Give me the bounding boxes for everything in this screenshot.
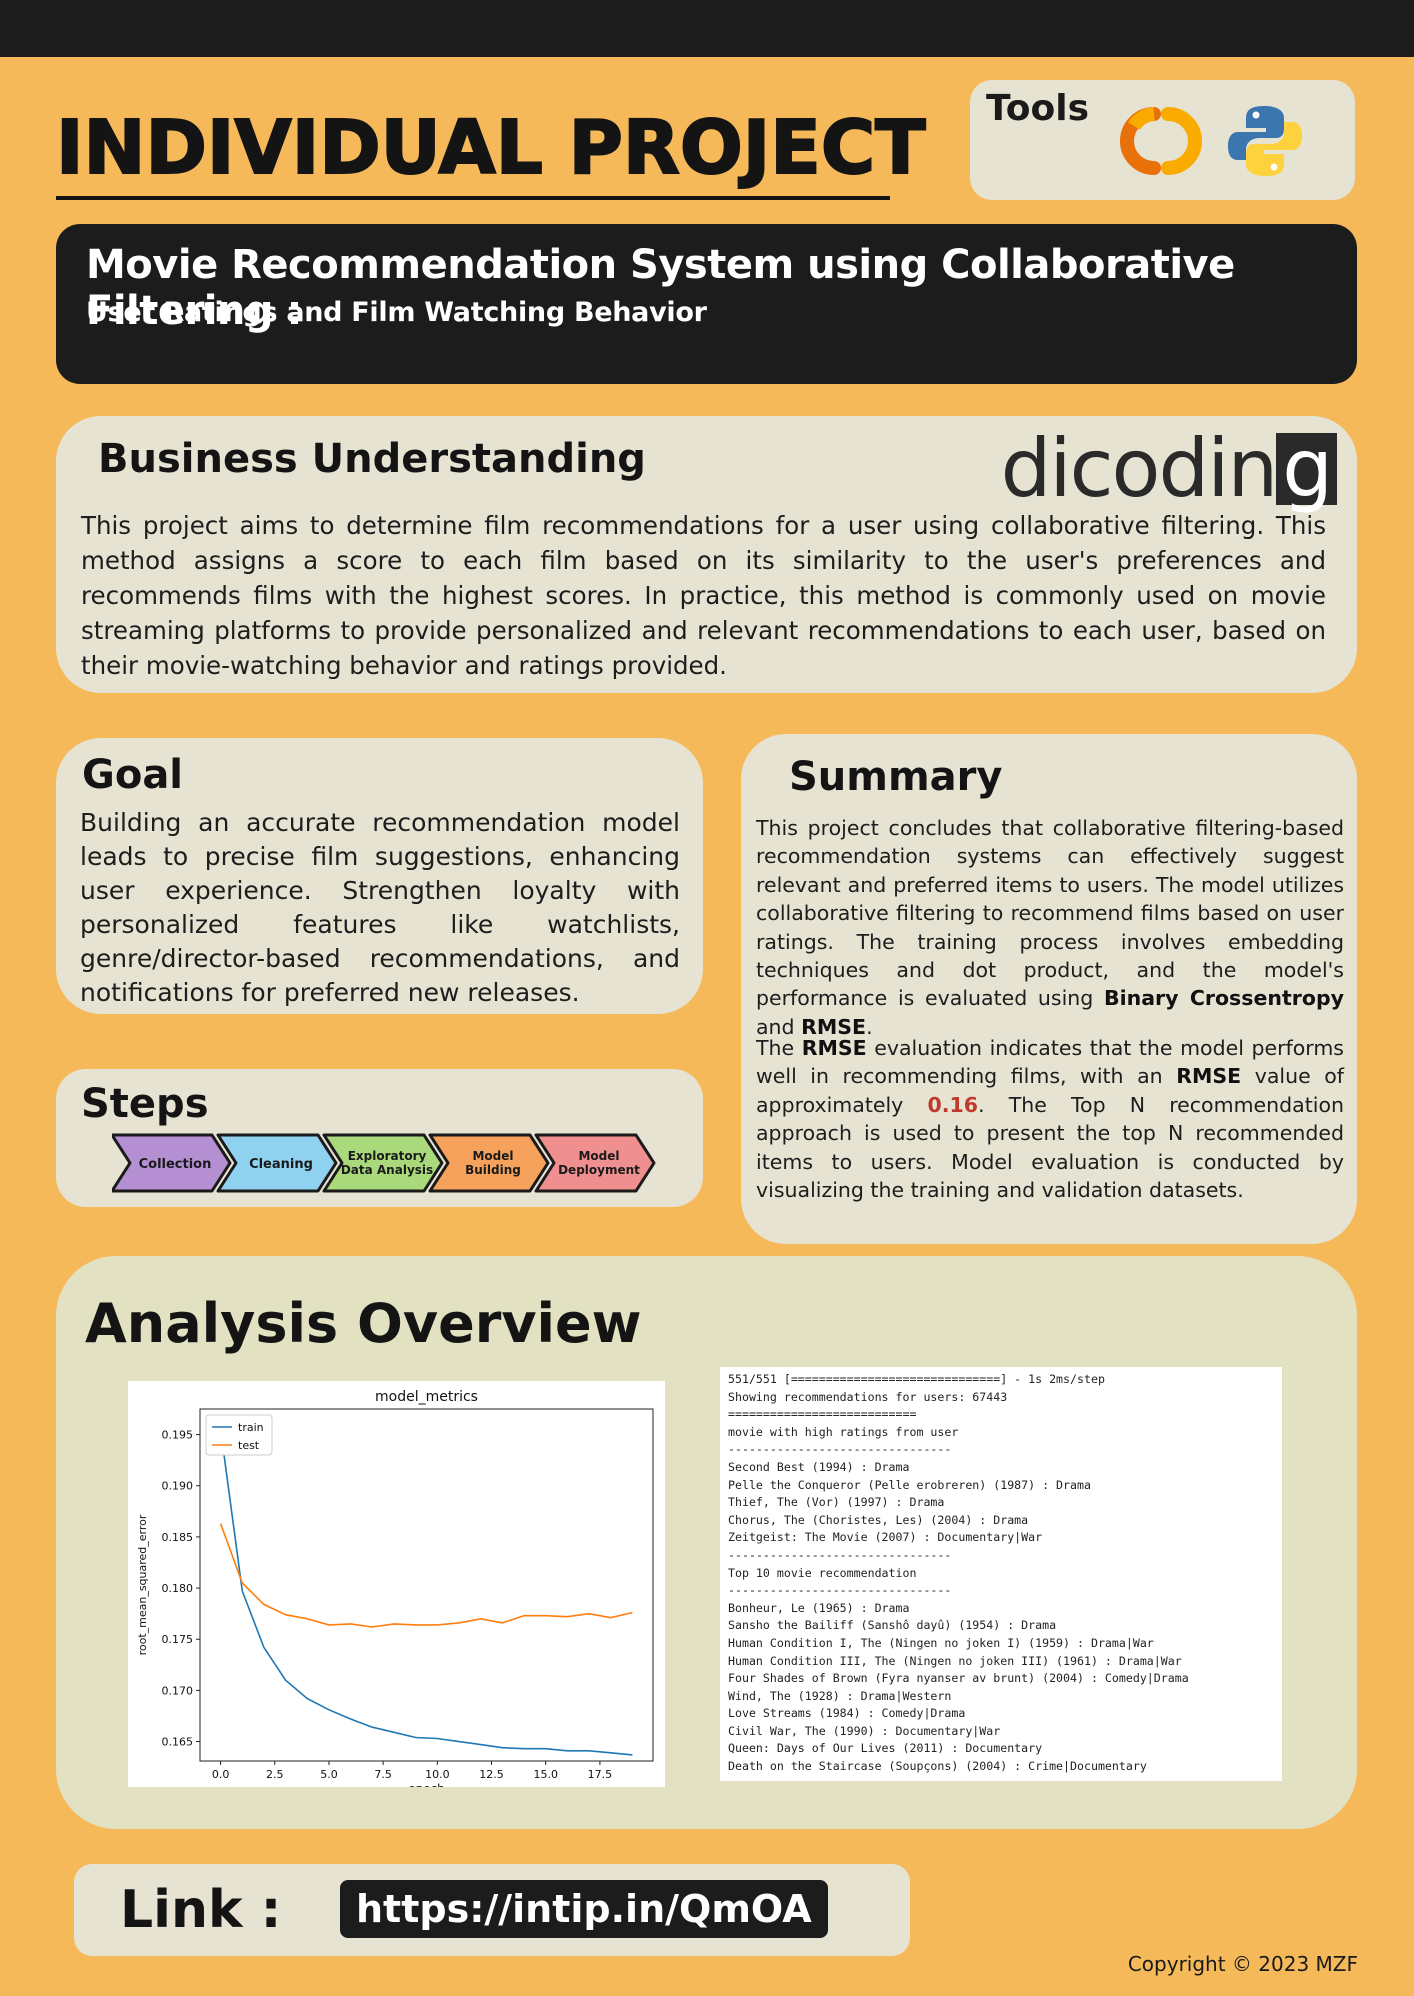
console-line: Queen: Days of Our Lives (2011) : Docume… (728, 1741, 1043, 1756)
link-label: Link : (120, 1880, 282, 1940)
console-line: =========================== (728, 1407, 917, 1422)
console-line: Zeitgeist: The Movie (2007) : Documentar… (728, 1530, 1043, 1545)
series-line-test (219, 1523, 633, 1628)
analysis-overview-card: Analysis Overview model_metrics 0.0 2.5 5.0… (56, 1256, 1357, 1829)
steps-heading: Steps (81, 1081, 209, 1127)
console-line: movie with high ratings from user (728, 1424, 959, 1439)
y-tick-label: 0.165 (162, 1736, 194, 1749)
top-bar (0, 0, 1414, 57)
summary-card: Summary This project concludes that coll… (741, 734, 1357, 1244)
summary-p2-bold-2: RMSE (1176, 1064, 1242, 1089)
link-panel: Link : https://intip.in/QmOA (74, 1864, 910, 1956)
summary-p2-a: The (756, 1036, 802, 1060)
business-understanding-card: Business Understanding dicoding This pro… (56, 416, 1357, 693)
logo-text: dicodin (1000, 422, 1279, 515)
console-line: Second Best (1994) : Drama (728, 1459, 910, 1474)
tools-panel: Tools (970, 80, 1355, 200)
dicoding-logo: dicoding (1001, 422, 1337, 515)
summary-paragraph-1: This project concludes that collaborativ… (756, 814, 1344, 1041)
y-tick-label: 0.195 (162, 1429, 194, 1442)
model-metrics-chart: model_metrics 0.0 2.5 5.0 7.5 10.0 12.5 15.0 17.… (128, 1381, 665, 1796)
x-tick-label: 2.5 (266, 1768, 284, 1781)
x-tick-label: 10.0 (425, 1768, 450, 1781)
page-title: INDIVIDUAL PROJECT (55, 104, 927, 192)
y-tick-label: 0.190 (162, 1480, 194, 1493)
step-label: Exploratory Data Analysis (341, 1149, 433, 1177)
console-line: Love Streams (1984) : Comedy|Drama (728, 1706, 966, 1721)
console-line: -------------------------------- (728, 1583, 952, 1598)
summary-heading: Summary (789, 754, 1003, 800)
business-text: This project aims to determine film reco… (81, 511, 1326, 680)
analysis-heading: Analysis Overview (85, 1292, 642, 1355)
console-line: Thief, The (Vor) (1997) : Drama (728, 1495, 945, 1510)
project-link[interactable]: https://intip.in/QmOA (340, 1880, 828, 1938)
console-line: 551/551 [==============================]… (728, 1372, 1105, 1386)
console-line: Death on the Staircase (Soupçons) (2004)… (728, 1759, 1147, 1774)
console-line: Wind, The (1928) : Drama|Western (728, 1688, 952, 1703)
summary-p1-bold-1: Binary Crossentropy (1103, 986, 1344, 1011)
tools-label: Tools (986, 88, 1090, 129)
x-tick-label: 15.0 (533, 1768, 558, 1781)
copyright-text: Copyright © 2023 MZF (1127, 1952, 1358, 1976)
recommendation-output: 551/551 [==============================]… (720, 1367, 1282, 1781)
console-line: Sansho the Bailiff (Sanshô dayû) (1954) … (728, 1618, 1057, 1633)
console-line: Human Condition III, The (Ningen no joke… (728, 1653, 1182, 1668)
rmse-value: 0.16 (927, 1092, 979, 1117)
x-tick-label: 17.5 (588, 1768, 613, 1781)
console-line: Bonheur, Le (1965) : Drama (728, 1600, 910, 1615)
chart-svg: model_metrics 0.0 2.5 5.0 7.5 10.0 12.5 15.0 17.… (136, 1389, 654, 1796)
series-line-train (219, 1429, 633, 1756)
console-line: -------------------------------- (728, 1442, 952, 1457)
console-line: Top 10 movie recommendation (728, 1565, 917, 1580)
x-axis-label: epoch (408, 1782, 445, 1787)
steps-arrows: Collection Cleaning Exploratory Data Analys… (112, 1133, 656, 1193)
y-tick-label: 0.170 (162, 1684, 194, 1697)
step-label: Collection (139, 1157, 212, 1172)
x-tick-label: 7.5 (374, 1768, 392, 1781)
goal-card: Goal Building an accurate recommendation… (56, 738, 703, 1014)
y-axis-label: root_mean_squared_error (136, 1514, 149, 1655)
python-icon (1228, 106, 1302, 176)
step-label: Cleaning (249, 1157, 313, 1172)
goal-text: Building an accurate recommendation mode… (80, 808, 680, 1007)
title-underline (56, 196, 890, 200)
summary-p2-bold-1: RMSE (801, 1036, 867, 1060)
logo-last-letter: g (1276, 429, 1337, 509)
steps-card: Steps Collection Cleaning Exploratory Data … (56, 1069, 703, 1207)
plot-frame (199, 1408, 654, 1762)
summary-p1-text: This project concludes that collaborativ… (756, 816, 1344, 1011)
y-tick-label: 0.185 (162, 1531, 194, 1544)
x-tick-label: 12.5 (479, 1768, 504, 1781)
chart-legend: train test (205, 1414, 273, 1456)
console-line: Chorus, The (Choristes, Les) (2004) : Dr… (728, 1512, 1029, 1527)
business-heading: Business Understanding (98, 436, 646, 482)
chart-title: model_metrics (375, 1389, 478, 1405)
console-line: Pelle the Conqueror (Pelle erobreren) (1… (728, 1477, 1091, 1492)
legend-label: test (238, 1439, 260, 1452)
console-line: Showing recommendations for users: 67443 (728, 1389, 1008, 1404)
console-line: -------------------------------- (728, 1547, 952, 1562)
console-line: Human Condition I, The (Ningen no joken … (728, 1635, 1154, 1650)
console-line: Four Shades of Brown (Fyra nyanser av br… (728, 1671, 1189, 1686)
banner-subtitle: User Ratings and Film Watching Behavior (86, 297, 707, 328)
console-line: Civil War, The (1990) : Documentary|War (728, 1723, 1001, 1738)
colab-icon (1120, 107, 1202, 175)
title-banner: Movie Recommendation System using Collab… (56, 224, 1357, 384)
legend-label: train (238, 1421, 264, 1434)
step-label: Model Building (465, 1149, 521, 1177)
goal-heading: Goal (82, 752, 184, 798)
summary-paragraph-2: The RMSE evaluation indicates that the m… (756, 1034, 1344, 1204)
x-tick-label: 0.0 (212, 1768, 230, 1781)
x-tick-label: 5.0 (320, 1768, 338, 1781)
y-tick-label: 0.175 (162, 1633, 194, 1646)
y-tick-label: 0.180 (162, 1582, 194, 1595)
